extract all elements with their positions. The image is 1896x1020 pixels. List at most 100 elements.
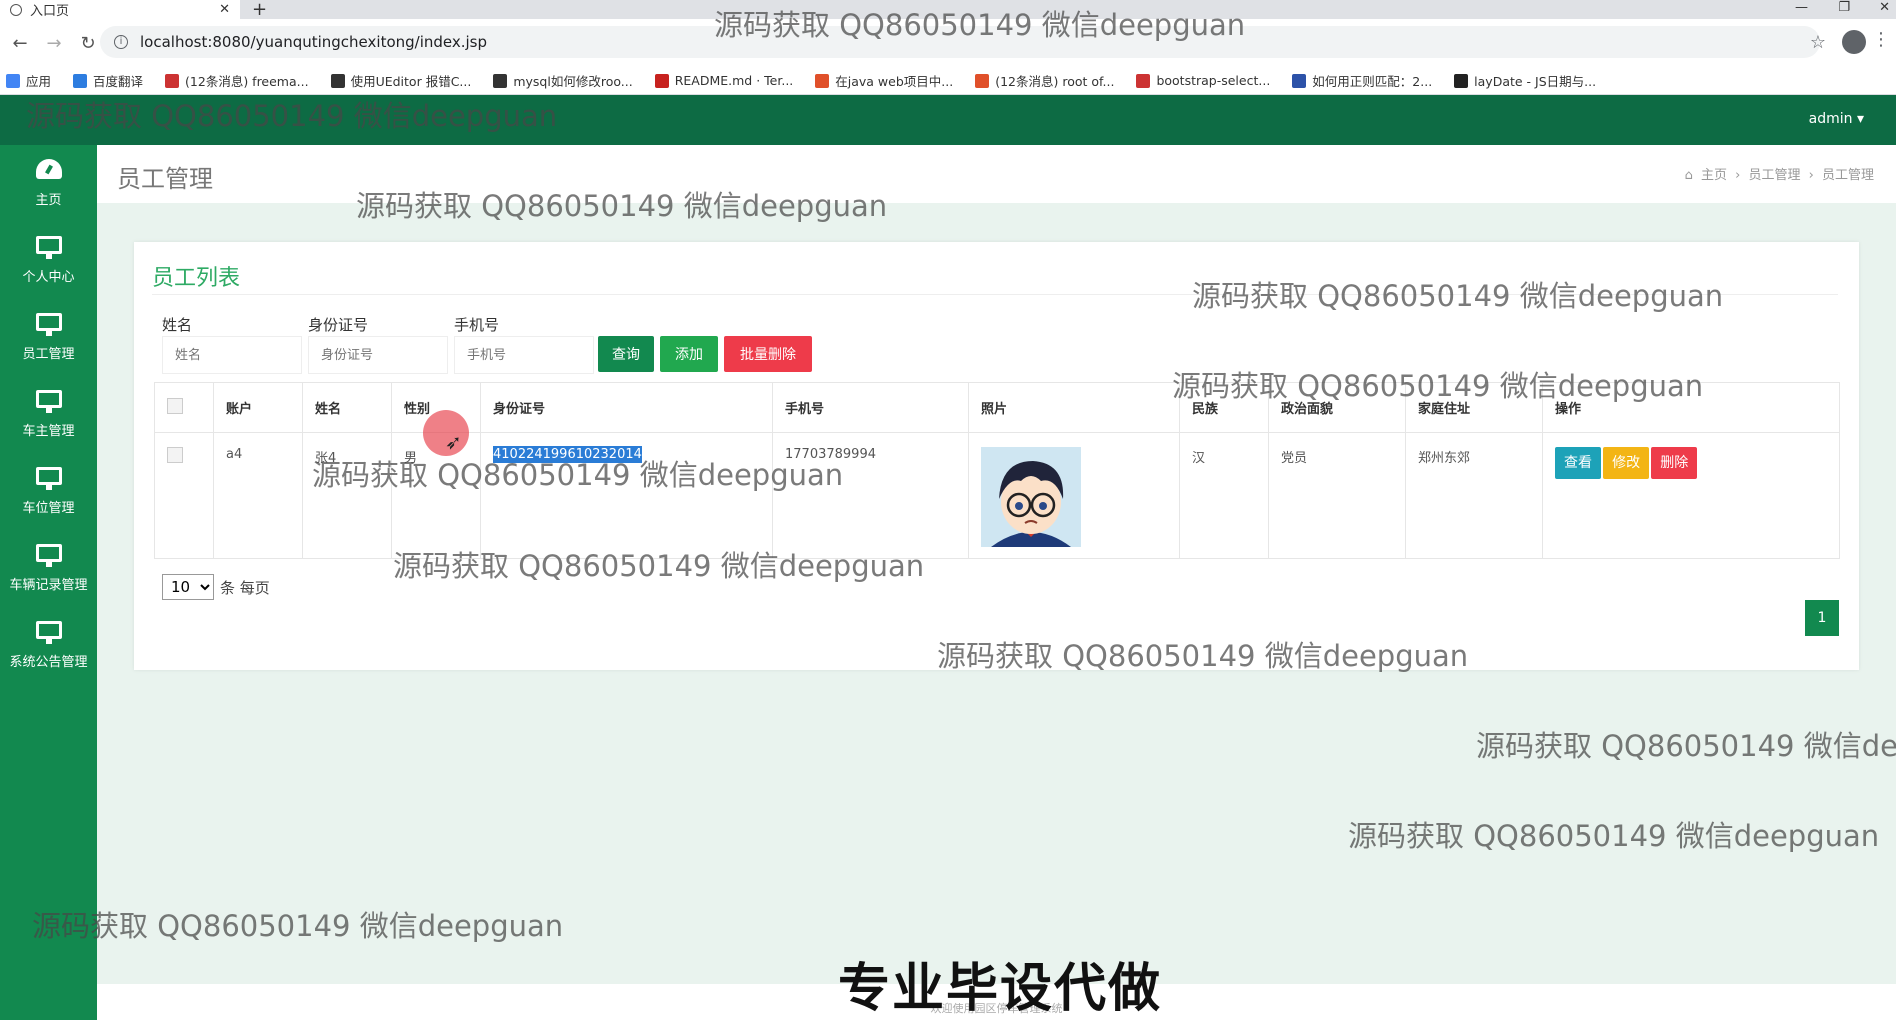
breadcrumb-home[interactable]: 主页 [1701, 168, 1727, 183]
delete-button[interactable]: 删除 [1651, 447, 1698, 479]
sidebar-item[interactable]: 员工管理 [0, 299, 97, 376]
reload-icon[interactable]: ↻ [74, 33, 102, 54]
watermark-clip: 源码获取 QQ86050149 微信deepguan [1476, 723, 1896, 763]
employee-photo [981, 447, 1081, 547]
breadcrumb-section[interactable]: 员工管理 [1748, 168, 1800, 183]
bookmark-favicon-icon [1292, 73, 1307, 88]
bookmark-favicon-icon [493, 73, 508, 88]
sidebar-item-label: 主页 [35, 193, 62, 208]
bookmark-item[interactable]: (12条消息) freema... [165, 71, 309, 90]
search-button[interactable]: 查询 [598, 336, 654, 372]
sidebar-item[interactable]: 个人中心 [0, 222, 97, 299]
divider [152, 294, 1838, 295]
restore-icon[interactable]: ❐ [1838, 0, 1850, 15]
select-all-cell [154, 382, 214, 433]
column-header: 账户 [213, 382, 303, 433]
edit-button[interactable]: 修改 [1603, 447, 1650, 479]
bookmark-label: bootstrap-select... [1156, 73, 1271, 88]
sidebar-item-label: 车辆记录管理 [9, 578, 88, 593]
bookmark-favicon-icon [975, 73, 990, 88]
bookmark-favicon-icon [165, 73, 180, 88]
row-select-cell [154, 432, 214, 559]
view-button[interactable]: 查看 [1555, 447, 1601, 479]
sidebar-item[interactable]: 系统公告管理 [0, 607, 97, 684]
bookmark-label: (12条消息) freema... [185, 74, 309, 89]
app-header: admin ▾ [0, 95, 1896, 145]
page-size-select[interactable]: 10 [162, 574, 214, 600]
bookmark-favicon-icon [1454, 73, 1469, 88]
sidebar-item-label: 个人中心 [22, 270, 75, 285]
bookmark-label: 如何用正则匹配：2... [1312, 74, 1433, 89]
browser-tab-title: 入口页 [30, 4, 70, 19]
watermark: 源码获取 QQ86050149 微信deepguan [1476, 729, 1896, 763]
new-tab-button[interactable]: + [252, 0, 267, 20]
bookmark-item[interactable]: 在java web项目中... [815, 71, 953, 90]
browser-menu-icon[interactable]: ⋮ [1872, 29, 1890, 50]
page-number-button[interactable]: 1 [1805, 600, 1839, 636]
minimize-icon[interactable]: — [1795, 0, 1808, 15]
breadcrumb: ⌂ 主页 › 员工管理 › 员工管理 [1681, 164, 1874, 183]
breadcrumb-separator: › [1735, 168, 1741, 183]
bookmark-star-icon[interactable]: ☆ [1810, 32, 1826, 53]
column-header: 姓名 [302, 382, 392, 433]
bookmark-item[interactable]: 百度翻译 [73, 71, 143, 90]
forward-icon[interactable]: → [40, 33, 68, 54]
card-title: 员工列表 [152, 266, 241, 291]
bookmark-item[interactable]: README.md · Ter... [654, 73, 794, 88]
bookmarks-bar: 应用 百度翻译 (12条消息) freema... 使用UEditor 报错C... m… [0, 67, 1896, 95]
profile-avatar-icon[interactable] [1842, 30, 1866, 54]
dashboard-icon [35, 159, 62, 179]
id-number-selected-text: 410224199610232014 [493, 446, 642, 463]
bookmark-item[interactable]: layDate - JS日期与... [1454, 71, 1596, 90]
phone-filter-label: 手机号 [454, 316, 500, 334]
account-cell: a4 [213, 432, 303, 559]
globe-icon [10, 3, 22, 16]
id-number-cell: 410224199610232014 [480, 432, 773, 559]
bookmark-label: mysql如何修改roo... [513, 74, 633, 89]
batch-delete-button[interactable]: 批量删除 [724, 336, 812, 372]
bookmark-item[interactable]: mysql如何修改roo... [493, 71, 633, 90]
site-info-icon[interactable]: i [114, 35, 128, 49]
address-bar[interactable]: i localhost:8080/yuanqutingchexitong/ind… [100, 26, 1820, 58]
promo-banner-text: 专业毕设代做 [838, 959, 1163, 1019]
page-size-label: 条 每页 [220, 579, 270, 597]
monitor-icon [35, 544, 62, 567]
phone-filter-input[interactable] [454, 336, 594, 374]
table-header-row: 账户 姓名 性别 身份证号 手机号 照片 民族 政治面貌 家庭住址 操作 [154, 382, 1840, 433]
bookmark-item[interactable]: 应用 [6, 71, 51, 90]
sidebar-item[interactable]: 主页 [0, 145, 97, 222]
employee-table: 账户 姓名 性别 身份证号 手机号 照片 民族 政治面貌 家庭住址 操作 a4 … [154, 382, 1840, 559]
column-header: 身份证号 [480, 382, 773, 433]
breadcrumb-current: 员工管理 [1821, 168, 1874, 183]
close-tab-icon[interactable]: ✕ [219, 2, 230, 17]
bookmark-label: README.md · Ter... [674, 73, 794, 88]
name-filter-input[interactable] [162, 336, 302, 374]
bookmark-favicon-icon [815, 73, 830, 88]
select-all-checkbox[interactable] [167, 397, 183, 414]
sidebar: 主页个人中心员工管理 车主管理 车位管理车辆记录管理系统公告管理 [0, 145, 97, 1020]
bookmark-item[interactable]: bootstrap-select... [1136, 73, 1270, 88]
column-header: 家庭住址 [1405, 382, 1543, 433]
bookmark-label: 使用UEditor 报错C... [350, 74, 472, 89]
actions-cell: 查看 修改 删除 [1542, 432, 1840, 559]
column-header: 手机号 [772, 382, 969, 433]
bookmark-label: 在java web项目中... [835, 74, 954, 89]
sidebar-item[interactable]: 车辆记录管理 [0, 530, 97, 607]
bookmark-item[interactable]: (12条消息) root of... [975, 71, 1114, 90]
monitor-icon [35, 236, 62, 259]
bookmark-item[interactable]: 使用UEditor 报错C... [330, 71, 472, 90]
monitor-icon [35, 467, 62, 490]
browser-tab[interactable]: 入口页 ✕ [0, 0, 240, 19]
monitor-icon [35, 390, 62, 413]
row-checkbox[interactable] [167, 447, 183, 463]
back-icon[interactable]: ← [6, 33, 34, 54]
bookmark-item[interactable]: 如何用正则匹配：2... [1292, 71, 1432, 90]
window-close-icon[interactable]: ✕ [1879, 0, 1890, 15]
column-header: 政治面貌 [1268, 382, 1406, 433]
phone-cell: 17703789994 [772, 432, 969, 559]
add-button[interactable]: 添加 [660, 336, 718, 372]
id-number-filter-input[interactable] [308, 336, 448, 374]
sidebar-item[interactable]: 车位管理 [0, 453, 97, 530]
user-menu[interactable]: admin ▾ [1809, 111, 1864, 127]
sidebar-item[interactable]: 车主管理 [0, 376, 97, 453]
